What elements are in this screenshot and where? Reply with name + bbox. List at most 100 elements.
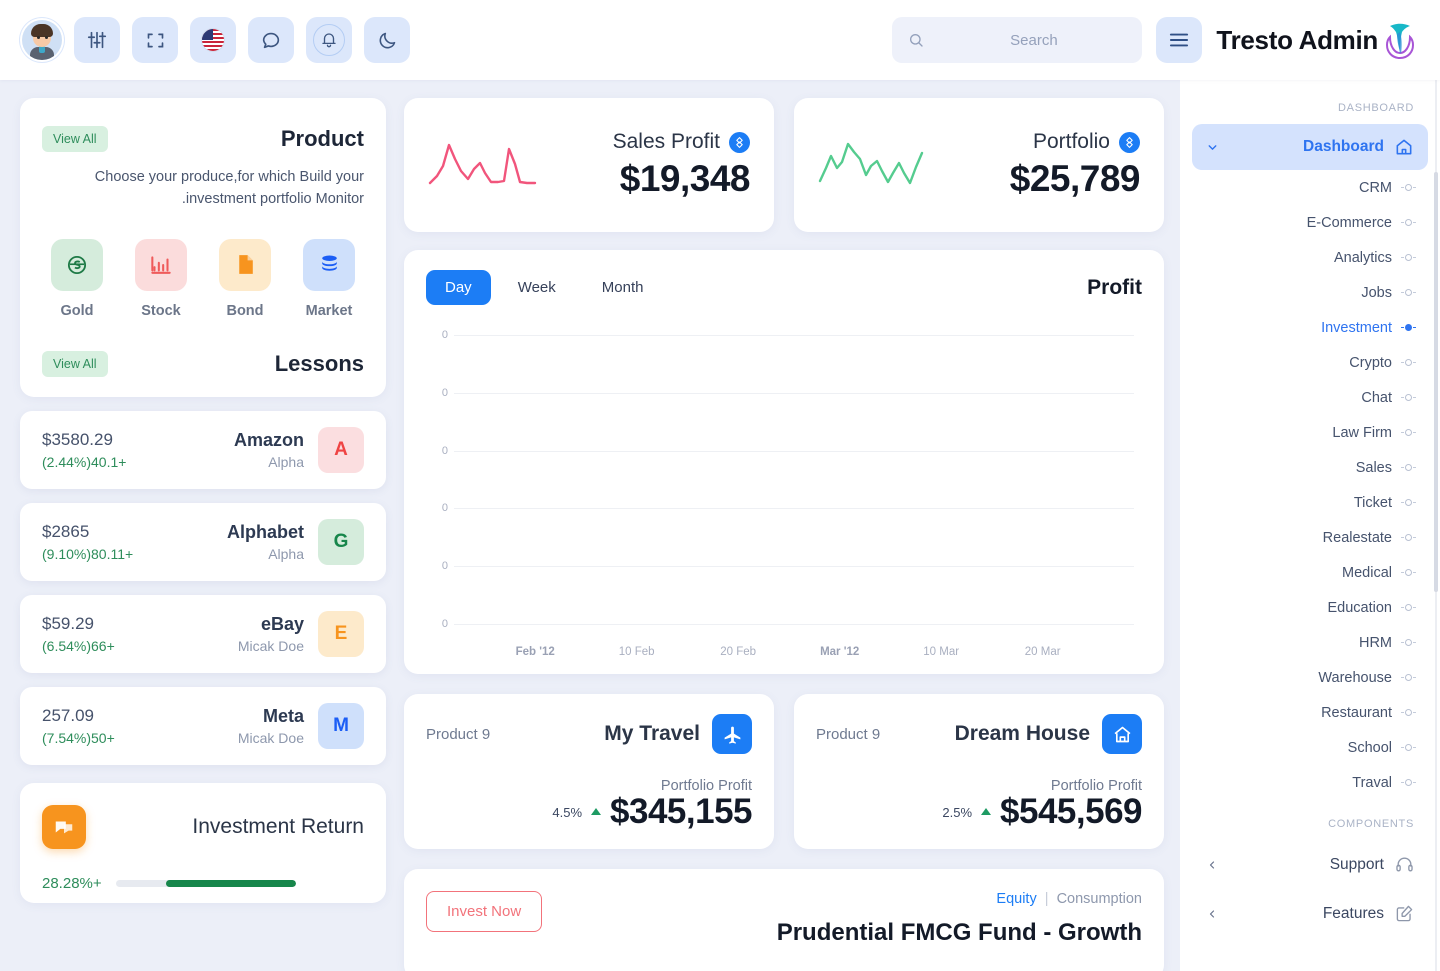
lesson-name: Alphabet	[226, 521, 304, 542]
sidebar-item-crm[interactable]: CRM	[1192, 170, 1428, 205]
sidebar-scrollbar-thumb[interactable]	[1434, 172, 1438, 592]
sidebar-item-jobs[interactable]: Jobs	[1192, 275, 1428, 310]
sidebar-item-law-firm[interactable]: Law Firm	[1192, 415, 1428, 450]
menu-toggle-button[interactable]	[1156, 17, 1203, 63]
bullet-dot-icon	[1401, 534, 1416, 541]
portfolio-product-name: My Travel	[604, 722, 700, 745]
sidebar-item-e-commerce[interactable]: E-Commerce	[1192, 205, 1428, 240]
settings-sliders-icon[interactable]	[74, 17, 120, 63]
chart-tab-month[interactable]: Month	[583, 270, 663, 305]
user-avatar[interactable]	[22, 20, 62, 60]
sidebar-item-ticket[interactable]: Ticket	[1192, 485, 1428, 520]
sidebar-item-hrm[interactable]: HRM	[1192, 625, 1428, 660]
lessons-view-all-button[interactable]: View All	[42, 350, 108, 377]
lesson-amount: $3580.29	[42, 429, 113, 449]
sidebar-item-label: Realestate	[1322, 529, 1392, 546]
sidebar-item-crypto[interactable]: Crypto	[1192, 345, 1428, 380]
dark-mode-icon[interactable]	[364, 17, 410, 63]
stat-card-sales profit: Sales Profit $19,348	[404, 98, 774, 232]
product-icon-market[interactable]: Market	[298, 238, 360, 319]
left-column: View All Product Choose your produce,for…	[20, 98, 386, 971]
product-card: View All Product Choose your produce,for…	[20, 98, 386, 397]
app-header: Tresto Admin	[0, 0, 1440, 80]
product-icon-stock[interactable]: Stock	[130, 238, 192, 319]
portfolio-profit-value: $545,569	[1000, 792, 1142, 831]
database-icon	[303, 238, 355, 291]
lesson-badge: M	[318, 702, 364, 749]
sidebar-item-warehouse[interactable]: Warehouse	[1192, 660, 1428, 695]
product-view-all-button[interactable]: View All	[42, 126, 108, 152]
sidebar-item-medical[interactable]: Medical	[1192, 555, 1428, 590]
bullet-dot-icon	[1401, 709, 1416, 716]
messages-icon[interactable]	[248, 17, 294, 63]
bullet-dot-icon	[1401, 744, 1416, 751]
investment-return-card: Investment Return 28.28%+	[20, 782, 386, 903]
product-icon-gold[interactable]: Gold	[46, 238, 108, 319]
lessons-title: Lessons	[274, 350, 364, 376]
sidebar-item-chat[interactable]: Chat	[1192, 380, 1428, 415]
lesson-row[interactable]: 257.09 (7.54%)50+ Meta Micak Doe M	[20, 686, 386, 765]
house-icon	[1102, 714, 1142, 754]
sidebar-item-sales[interactable]: Sales	[1192, 450, 1428, 485]
sidebar-section-support[interactable]: Support	[1192, 840, 1428, 889]
sidebar-item-label: HRM	[1358, 634, 1392, 651]
sidebar-item-realestate[interactable]: Realestate	[1192, 520, 1428, 555]
chart-tab-week[interactable]: Week	[499, 270, 575, 305]
sidebar-caption-dashboard: DASHBOARD	[1338, 102, 1414, 114]
chart-gridline	[454, 450, 1134, 452]
sidebar-item-dashboard[interactable]: Dashboard	[1192, 124, 1428, 170]
investment-return-progress	[115, 879, 296, 887]
bullet-dot-icon	[1401, 359, 1416, 366]
lesson-name: eBay	[260, 613, 304, 634]
language-flag-icon[interactable]	[190, 17, 236, 63]
trend-up-icon	[981, 808, 992, 815]
brand-name: Tresto Admin	[1216, 24, 1378, 55]
lesson-name: Meta	[262, 705, 304, 726]
notifications-bell-icon[interactable]	[306, 17, 352, 63]
portfolio-product-label: Product 9	[816, 725, 881, 743]
lessons-list: $3580.29 (2.44%)40.1+ Amazon Alpha A $28…	[20, 410, 386, 765]
bullet-dot-icon	[1401, 254, 1416, 261]
lesson-row[interactable]: $2865 (9.10%)80.11+ Alphabet Alpha G	[20, 502, 386, 581]
fund-tag-consumption[interactable]: Consumption	[1057, 891, 1142, 907]
sidebar-section-features[interactable]: Features	[1192, 889, 1428, 938]
investment-return-percent: 28.28%+	[42, 874, 102, 892]
chart-x-tick: 20 Feb	[720, 646, 757, 658]
lesson-row[interactable]: $3580.29 (2.44%)40.1+ Amazon Alpha A	[20, 410, 386, 489]
search-input[interactable]	[934, 31, 1134, 49]
stat-card-portfolio: Portfolio $25,789	[794, 98, 1164, 232]
bullet-dot-icon	[1401, 499, 1416, 506]
product-icon-bond[interactable]: Bond	[214, 238, 276, 319]
fund-tag-equity[interactable]: Equity	[996, 891, 1036, 907]
fullscreen-icon[interactable]	[132, 17, 178, 63]
sidebar-item-investment[interactable]: Investment	[1192, 310, 1428, 345]
chart-tab-day[interactable]: Day	[426, 270, 491, 305]
chart-gridline	[454, 508, 1134, 510]
brand-logo[interactable]: Tresto Admin	[1216, 18, 1420, 62]
main-content: View All Product Choose your produce,for…	[0, 80, 1180, 971]
lesson-row[interactable]: $59.29 (6.54%)66+ eBay Micak Doe E	[20, 594, 386, 673]
sidebar-nav-list: CRM E-Commerce Analytics Jobs Investment…	[1192, 170, 1428, 800]
gem-icon	[729, 131, 750, 153]
sidebar-item-traval[interactable]: Traval	[1192, 765, 1428, 800]
portfolio-profit-percent: 2.5%	[942, 805, 973, 820]
invest-now-button[interactable]: Invest Now	[426, 891, 543, 932]
sidebar: DASHBOARD Dashboard CRM E-Commerce Analy…	[1180, 80, 1440, 971]
header-left-tools	[0, 17, 410, 63]
chart-y-tick: 0	[441, 386, 448, 399]
search-icon	[908, 32, 924, 48]
sidebar-item-analytics[interactable]: Analytics	[1192, 240, 1428, 275]
fund-tag-separator: |	[1044, 891, 1049, 907]
stat-value: $19,348	[619, 158, 751, 199]
sidebar-item-label: Crypto	[1349, 354, 1392, 371]
sidebar-item-education[interactable]: Education	[1192, 590, 1428, 625]
lesson-amount: $2865	[42, 521, 90, 541]
right-column: Sales Profit $19,348 Portfolio $25,789 D…	[404, 98, 1164, 971]
sidebar-item-school[interactable]: School	[1192, 730, 1428, 765]
sidebar-caption-components: COMPONENTS	[1328, 818, 1414, 830]
lesson-badge: E	[318, 610, 364, 657]
search-box[interactable]	[892, 17, 1143, 63]
product-title: Product	[280, 126, 364, 151]
lesson-change: (7.54%)50+	[42, 729, 115, 746]
sidebar-item-restaurant[interactable]: Restaurant	[1192, 695, 1428, 730]
